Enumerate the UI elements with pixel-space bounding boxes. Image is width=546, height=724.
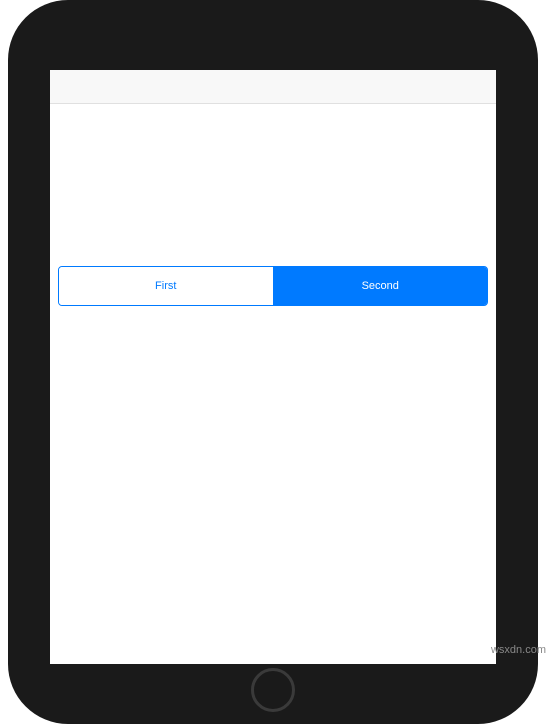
segmented-control[interactable]: First Second: [58, 266, 488, 306]
segment-label: Second: [362, 280, 399, 292]
home-button[interactable]: [251, 668, 295, 712]
status-bar: [50, 70, 496, 104]
segment-second[interactable]: Second: [274, 267, 488, 305]
phone-frame: First Second: [8, 0, 538, 724]
content-area: First Second: [50, 266, 496, 306]
watermark: wsxdn.com: [491, 644, 546, 656]
segment-label: First: [155, 280, 176, 292]
segment-first[interactable]: First: [59, 267, 274, 305]
phone-screen: First Second: [50, 70, 496, 664]
